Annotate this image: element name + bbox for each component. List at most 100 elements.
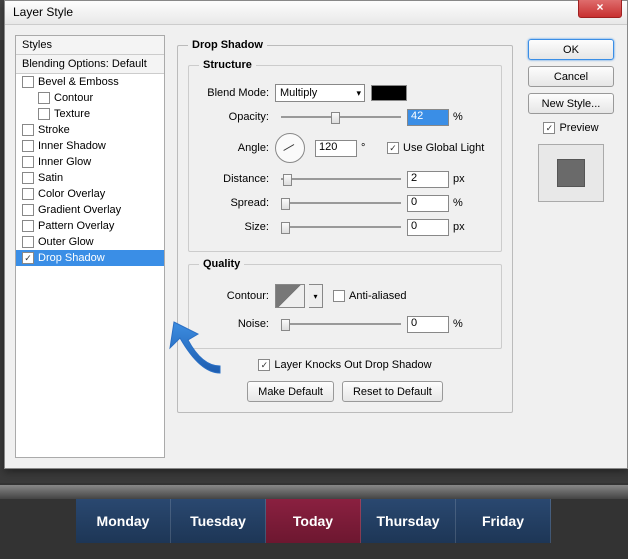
- style-label: Bevel & Emboss: [38, 76, 119, 88]
- noise-input[interactable]: 0: [407, 316, 449, 333]
- style-item-texture[interactable]: Texture: [16, 106, 164, 122]
- noise-slider[interactable]: [281, 317, 401, 331]
- style-label: Inner Glow: [38, 156, 91, 168]
- knockout-label: Layer Knocks Out Drop Shadow: [274, 359, 431, 371]
- tab-monday[interactable]: Monday: [76, 499, 171, 543]
- contour-dropdown[interactable]: ▾: [309, 284, 323, 308]
- opacity-input[interactable]: 42: [407, 109, 449, 126]
- style-item-color-overlay[interactable]: Color Overlay: [16, 186, 164, 202]
- antialiased-checkbox[interactable]: [333, 290, 345, 302]
- style-checkbox[interactable]: [22, 252, 34, 264]
- style-label: Texture: [54, 108, 90, 120]
- tab-friday[interactable]: Friday: [456, 499, 551, 543]
- angle-input[interactable]: 120: [315, 140, 357, 157]
- style-item-drop-shadow[interactable]: Drop Shadow: [16, 250, 164, 266]
- size-slider[interactable]: [281, 220, 401, 234]
- close-button[interactable]: ×: [578, 0, 622, 18]
- distance-input[interactable]: 2: [407, 171, 449, 188]
- drop-shadow-panel: Drop Shadow Structure Blend Mode: Multip…: [173, 35, 517, 458]
- style-checkbox[interactable]: [22, 172, 34, 184]
- style-checkbox[interactable]: [22, 76, 34, 88]
- styles-panel: Styles Blending Options: Default Bevel &…: [15, 35, 165, 458]
- angle-label: Angle:: [199, 142, 269, 154]
- antialiased-label: Anti-aliased: [349, 290, 406, 302]
- style-checkbox[interactable]: [22, 140, 34, 152]
- contour-swatch[interactable]: [275, 284, 305, 308]
- opacity-label: Opacity:: [199, 111, 269, 123]
- styles-header[interactable]: Styles: [16, 36, 164, 55]
- style-checkbox[interactable]: [22, 236, 34, 248]
- blend-mode-value: Multiply: [280, 87, 317, 99]
- style-label: Gradient Overlay: [38, 204, 121, 216]
- noise-unit: %: [453, 318, 473, 330]
- style-item-inner-glow[interactable]: Inner Glow: [16, 154, 164, 170]
- style-item-stroke[interactable]: Stroke: [16, 122, 164, 138]
- drop-shadow-legend: Drop Shadow: [188, 39, 267, 51]
- tab-thursday[interactable]: Thursday: [361, 499, 456, 543]
- contour-label: Contour:: [199, 290, 269, 302]
- style-label: Stroke: [38, 124, 70, 136]
- quality-group: Quality Contour: ▾ Anti-aliased Noise: 0…: [188, 258, 502, 349]
- style-item-inner-shadow[interactable]: Inner Shadow: [16, 138, 164, 154]
- style-label: Drop Shadow: [38, 252, 105, 264]
- style-checkbox[interactable]: [22, 188, 34, 200]
- preview-checkbox[interactable]: [543, 122, 555, 134]
- spread-input[interactable]: 0: [407, 195, 449, 212]
- structure-group: Structure Blend Mode: Multiply Opacity: …: [188, 59, 502, 252]
- spread-unit: %: [453, 197, 473, 209]
- dialog-title: Layer Style: [13, 5, 73, 19]
- style-item-gradient-overlay[interactable]: Gradient Overlay: [16, 202, 164, 218]
- blend-mode-dropdown[interactable]: Multiply: [275, 84, 365, 102]
- quality-legend: Quality: [199, 258, 244, 270]
- style-label: Outer Glow: [38, 236, 94, 248]
- preview-swatch: [538, 144, 604, 202]
- reset-default-button[interactable]: Reset to Default: [342, 381, 443, 402]
- knockout-checkbox[interactable]: [258, 359, 270, 371]
- size-label: Size:: [199, 221, 269, 233]
- style-label: Satin: [38, 172, 63, 184]
- angle-dial[interactable]: [275, 133, 305, 163]
- preview-label: Preview: [559, 122, 598, 134]
- dialog-right-panel: OK Cancel New Style... Preview: [525, 35, 617, 458]
- distance-unit: px: [453, 173, 473, 185]
- drop-shadow-group: Drop Shadow Structure Blend Mode: Multip…: [177, 39, 513, 413]
- style-checkbox[interactable]: [22, 220, 34, 232]
- distance-label: Distance:: [199, 173, 269, 185]
- global-light-checkbox[interactable]: [387, 142, 399, 154]
- style-checkbox[interactable]: [22, 204, 34, 216]
- style-item-bevel-emboss[interactable]: Bevel & Emboss: [16, 74, 164, 90]
- size-input[interactable]: 0: [407, 219, 449, 236]
- size-unit: px: [453, 221, 473, 233]
- new-style-button[interactable]: New Style...: [528, 93, 614, 114]
- ok-button[interactable]: OK: [528, 39, 614, 60]
- style-checkbox[interactable]: [22, 124, 34, 136]
- spread-slider[interactable]: [281, 196, 401, 210]
- cancel-button[interactable]: Cancel: [528, 66, 614, 87]
- tab-today[interactable]: Today: [266, 499, 361, 543]
- style-item-outer-glow[interactable]: Outer Glow: [16, 234, 164, 250]
- style-item-satin[interactable]: Satin: [16, 170, 164, 186]
- style-checkbox[interactable]: [38, 108, 50, 120]
- make-default-button[interactable]: Make Default: [247, 381, 334, 402]
- style-label: Contour: [54, 92, 93, 104]
- style-label: Inner Shadow: [38, 140, 106, 152]
- style-checkbox[interactable]: [38, 92, 50, 104]
- style-item-contour[interactable]: Contour: [16, 90, 164, 106]
- shadow-color-swatch[interactable]: [371, 85, 407, 101]
- style-label: Color Overlay: [38, 188, 105, 200]
- style-label: Pattern Overlay: [38, 220, 114, 232]
- style-item-pattern-overlay[interactable]: Pattern Overlay: [16, 218, 164, 234]
- blending-options[interactable]: Blending Options: Default: [16, 55, 164, 74]
- structure-legend: Structure: [199, 59, 256, 71]
- noise-label: Noise:: [199, 318, 269, 330]
- tab-tuesday[interactable]: Tuesday: [171, 499, 266, 543]
- preview-inner: [557, 159, 585, 187]
- opacity-unit: %: [453, 111, 473, 123]
- titlebar[interactable]: Layer Style ×: [5, 1, 627, 25]
- angle-unit: °: [361, 142, 381, 154]
- spread-label: Spread:: [199, 197, 269, 209]
- style-checkbox[interactable]: [22, 156, 34, 168]
- distance-slider[interactable]: [281, 172, 401, 186]
- opacity-slider[interactable]: [281, 110, 401, 124]
- blend-mode-label: Blend Mode:: [199, 87, 269, 99]
